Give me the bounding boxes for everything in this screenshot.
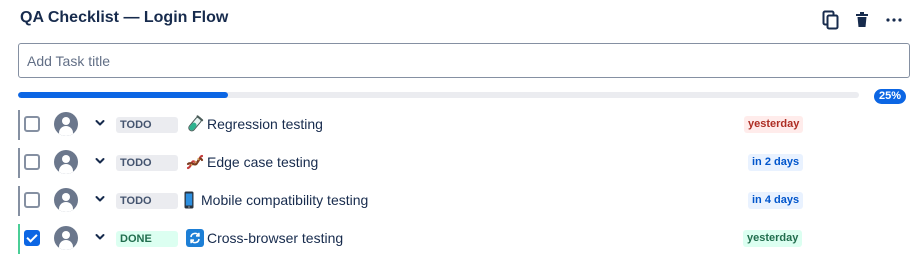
task-list: TODO Regression testing yesterday TODO E… bbox=[0, 106, 923, 258]
task-title[interactable]: Edge case testing bbox=[207, 154, 318, 170]
status-lozenge[interactable]: TODO bbox=[116, 117, 178, 133]
progress-percent-badge: 25% bbox=[874, 89, 907, 104]
task-title[interactable]: Mobile compatibility testing bbox=[201, 192, 368, 208]
due-date-badge[interactable]: in 4 days bbox=[748, 192, 804, 209]
more-icon[interactable] bbox=[882, 8, 906, 32]
chevron-down-icon[interactable] bbox=[94, 231, 106, 243]
assignee-avatar[interactable] bbox=[54, 188, 78, 212]
task-row[interactable]: TODO Mobile compatibility testing in 4 d… bbox=[0, 182, 923, 220]
dna-icon bbox=[186, 153, 204, 171]
add-task-input[interactable] bbox=[18, 43, 910, 78]
chevron-down-icon[interactable] bbox=[94, 117, 106, 129]
task-row-rail bbox=[18, 148, 20, 178]
task-checkbox[interactable] bbox=[24, 116, 40, 132]
progress-bar-fill bbox=[18, 92, 229, 98]
task-title[interactable]: Cross-browser testing bbox=[207, 230, 343, 246]
task-row-rail bbox=[18, 224, 20, 254]
task-title[interactable]: Regression testing bbox=[207, 116, 323, 132]
status-lozenge[interactable]: DONE bbox=[116, 231, 178, 247]
chevron-down-icon[interactable] bbox=[94, 155, 106, 167]
due-date-badge[interactable]: yesterday bbox=[744, 116, 804, 133]
test-tube-icon bbox=[186, 115, 204, 133]
progress-bar bbox=[18, 92, 859, 98]
mobile-phone-icon bbox=[182, 191, 196, 209]
task-checkbox[interactable] bbox=[24, 192, 40, 208]
task-row-rail bbox=[18, 186, 20, 216]
task-row-rail bbox=[18, 110, 20, 140]
status-lozenge[interactable]: TODO bbox=[116, 155, 178, 171]
card-header: QA Checklist — Login Flow bbox=[0, 0, 923, 40]
trash-icon[interactable] bbox=[850, 8, 874, 32]
assignee-avatar[interactable] bbox=[54, 150, 78, 174]
due-date-badge[interactable]: in 2 days bbox=[748, 154, 804, 171]
page-title: QA Checklist — Login Flow bbox=[20, 9, 229, 26]
copy-icon[interactable] bbox=[819, 8, 843, 32]
task-row[interactable]: DONE Cross-browser testing yesterday bbox=[0, 220, 923, 258]
task-row[interactable]: TODO Regression testing yesterday bbox=[0, 106, 923, 144]
status-lozenge[interactable]: TODO bbox=[116, 193, 178, 209]
task-row[interactable]: TODO Edge case testing in 2 days bbox=[0, 144, 923, 182]
due-date-badge[interactable]: yesterday bbox=[743, 230, 803, 247]
task-checkbox[interactable] bbox=[24, 154, 40, 170]
task-checkbox[interactable] bbox=[24, 230, 40, 246]
refresh-icon bbox=[186, 229, 204, 247]
assignee-avatar[interactable] bbox=[54, 226, 78, 250]
assignee-avatar[interactable] bbox=[54, 112, 78, 136]
chevron-down-icon[interactable] bbox=[94, 193, 106, 205]
